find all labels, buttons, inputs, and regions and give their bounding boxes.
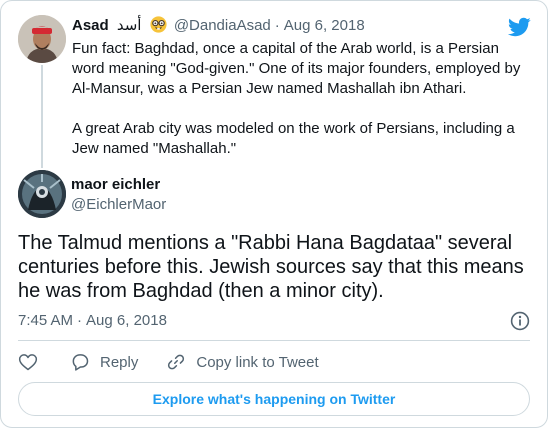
- tweet-actions: Reply Copy link to Tweet: [18, 351, 319, 373]
- tweet-date[interactable]: Aug 6, 2018: [86, 312, 167, 329]
- explore-twitter-button[interactable]: Explore what's happening on Twitter: [18, 382, 530, 416]
- reply-icon: [70, 352, 90, 372]
- thread-connector-line: [41, 65, 43, 168]
- separator-dot: ·: [77, 312, 83, 329]
- separator-dot: ·: [274, 17, 280, 34]
- divider: [18, 340, 530, 341]
- reply-label: Reply: [100, 353, 139, 371]
- parent-avatar[interactable]: [18, 15, 66, 63]
- tweet-time[interactable]: 7:45 AM: [18, 312, 73, 329]
- copy-link-label: Copy link to Tweet: [196, 353, 319, 371]
- nerd-face-icon: [150, 16, 167, 39]
- parent-paragraph: A great Arab city was modeled on the wor…: [72, 120, 515, 157]
- main-avatar[interactable]: [18, 170, 66, 218]
- explore-label: Explore what's happening on Twitter: [152, 391, 396, 407]
- copy-link-button[interactable]: Copy link to Tweet: [166, 352, 319, 372]
- parent-handle[interactable]: @DandiaAsad: [174, 17, 271, 34]
- main-tweet-text: The Talmud mentions a "Rabbi Hana Bagdat…: [18, 232, 524, 302]
- link-icon: [166, 352, 186, 372]
- parent-paragraph: Fun fact: Baghdad, once a capital of the…: [72, 40, 521, 97]
- tweet-embed-card: Asad أسد @DandiaAsad · Aug 6, 2018 Fun fac…: [0, 0, 548, 428]
- parent-date[interactable]: Aug 6, 2018: [284, 17, 365, 34]
- heart-icon: [18, 352, 38, 372]
- like-button[interactable]: [18, 352, 38, 372]
- parent-author-name[interactable]: Asad: [72, 17, 109, 34]
- tweet-timestamp[interactable]: 7:45 AM · Aug 6, 2018: [18, 311, 167, 331]
- reply-button[interactable]: Reply: [70, 352, 138, 372]
- parent-tweet[interactable]: Asad أسد @DandiaAsad · Aug 6, 2018 Fun fac…: [1, 1, 547, 171]
- parent-author-name-arabic: أسد: [116, 17, 142, 34]
- info-icon[interactable]: [510, 311, 530, 331]
- parent-tweet-text: Fun fact: Baghdad, once a capital of the…: [72, 39, 532, 159]
- twitter-bird-icon[interactable]: [507, 15, 531, 39]
- main-handle[interactable]: @EichlerMaor: [71, 195, 166, 215]
- parent-header: Asad أسد @DandiaAsad · Aug 6, 2018: [72, 16, 497, 36]
- main-author-name[interactable]: maor eichler: [71, 175, 160, 195]
